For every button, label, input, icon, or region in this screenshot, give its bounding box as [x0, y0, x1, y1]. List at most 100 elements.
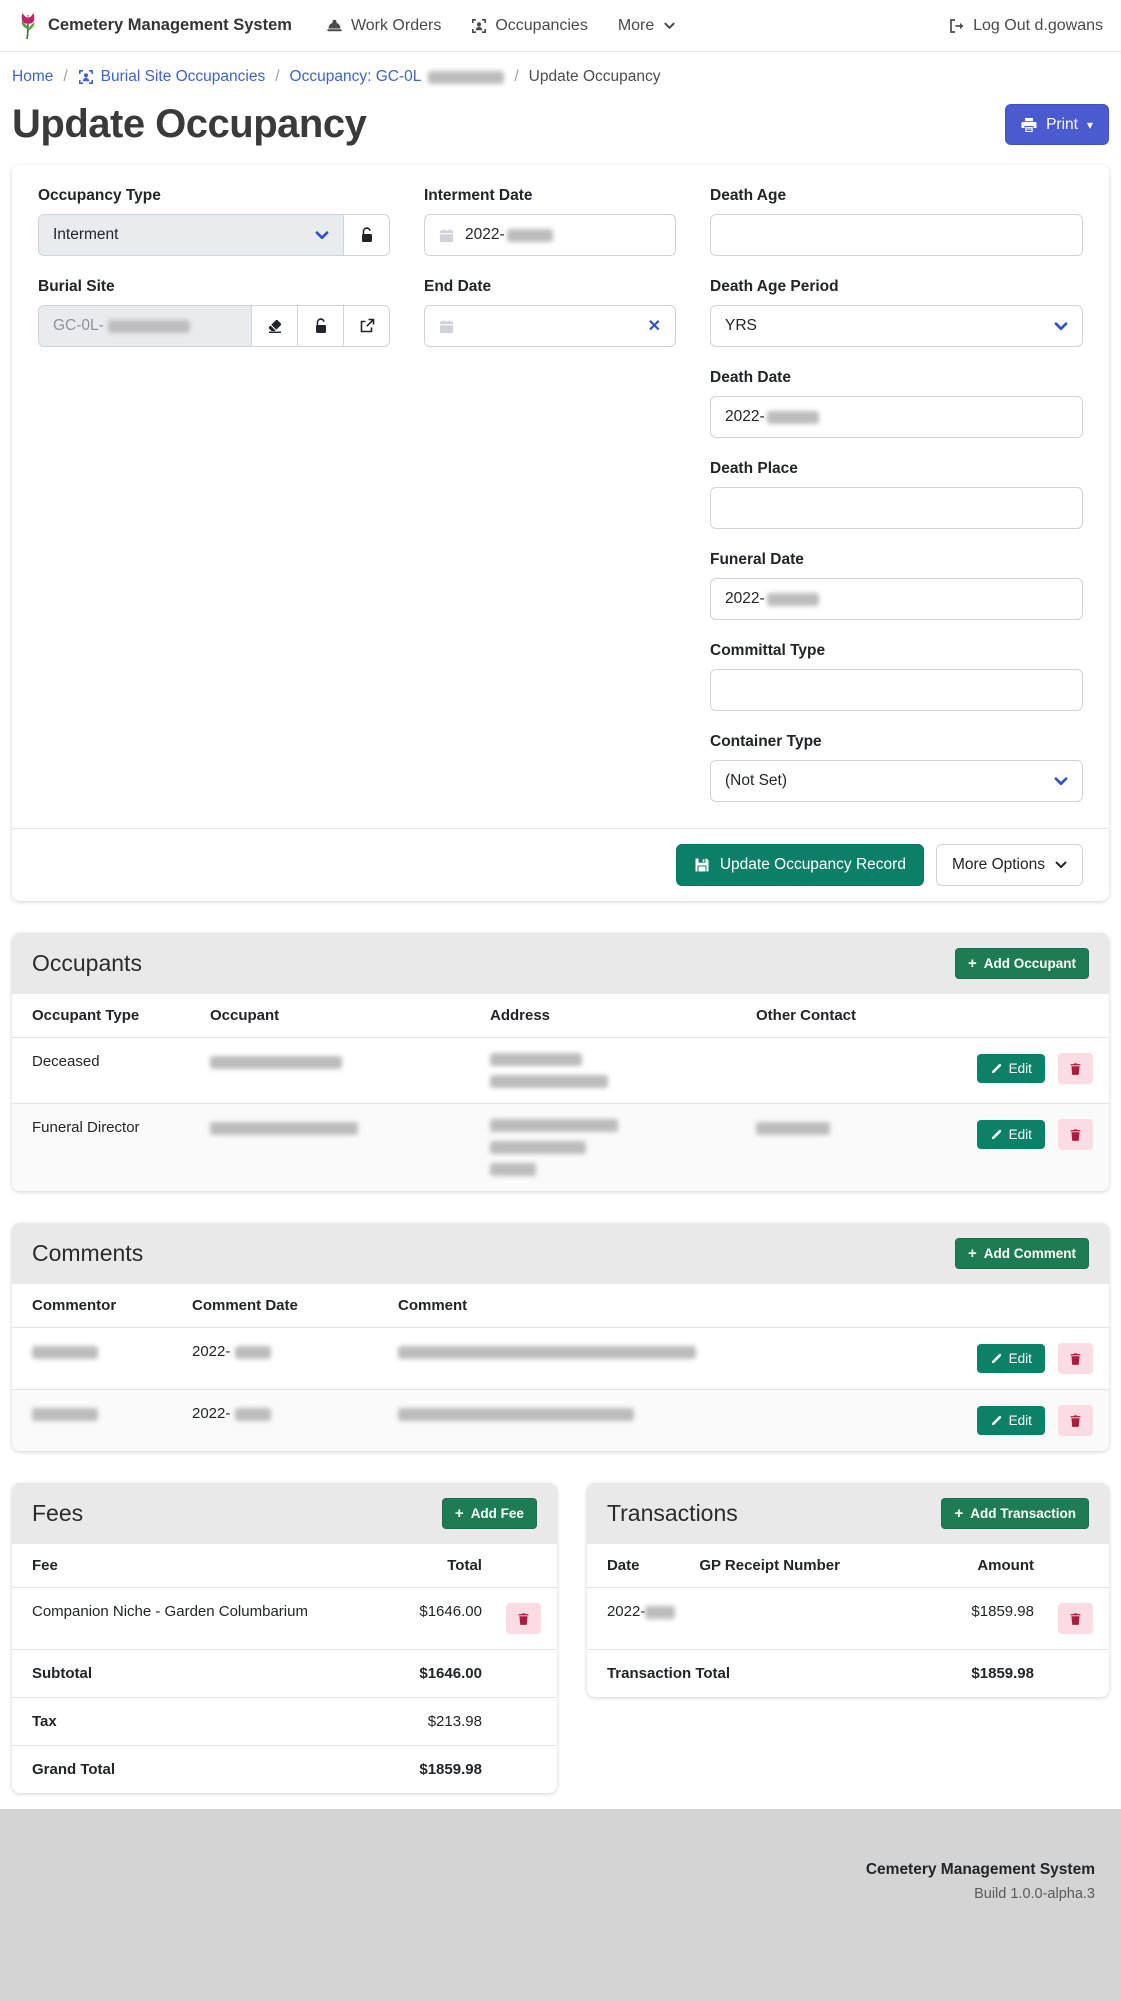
delete-comment-button[interactable]	[1058, 1405, 1093, 1436]
calendar-icon	[439, 228, 454, 243]
grand-total-value: $1859.98	[388, 1746, 494, 1794]
comments-title: Comments	[32, 1240, 143, 1267]
breadcrumb-burial-site-occupancies[interactable]: Burial Site Occupancies	[78, 68, 266, 86]
breadcrumb-burial-label: Burial Site Occupancies	[101, 68, 266, 86]
container-type-select[interactable]: (Not Set)	[710, 760, 1083, 802]
nav-work-orders-label: Work Orders	[351, 17, 441, 35]
page-title: Update Occupancy	[12, 102, 366, 147]
transaction-total-label: Transaction Total	[587, 1650, 877, 1698]
container-type-value: (Not Set)	[725, 772, 787, 790]
occupant-contact-cell	[744, 1104, 964, 1192]
nav-occupancies[interactable]: Occupancies	[471, 17, 588, 35]
transaction-receipt-cell	[687, 1588, 877, 1650]
delete-occupant-button[interactable]	[1058, 1119, 1093, 1150]
delete-fee-button[interactable]	[506, 1603, 541, 1634]
fee-tax-row: Tax $213.98	[12, 1698, 557, 1746]
committal-type-input[interactable]	[710, 669, 1083, 711]
redacted-text	[428, 71, 504, 84]
breadcrumb-home[interactable]: Home	[12, 68, 53, 86]
delete-occupant-button[interactable]	[1058, 1053, 1093, 1084]
grand-total-label: Grand Total	[12, 1746, 388, 1794]
occupancy-type-unlock-button[interactable]	[343, 214, 390, 256]
chevron-down-icon	[1054, 322, 1068, 331]
delete-transaction-button[interactable]	[1058, 1603, 1093, 1634]
fee-row: Companion Niche - Garden Columbarium $16…	[12, 1588, 557, 1650]
interment-date-input[interactable]: 2022-	[424, 214, 676, 256]
fee-name-cell: Companion Niche - Garden Columbarium	[12, 1588, 388, 1650]
col-other-contact: Other Contact	[744, 994, 964, 1038]
pencil-icon	[990, 1353, 1002, 1365]
death-age-period-select[interactable]: YRS	[710, 305, 1083, 347]
plus-icon: +	[968, 1246, 977, 1261]
death-place-label: Death Place	[710, 460, 1083, 478]
more-options-button[interactable]: More Options	[936, 844, 1083, 886]
end-date-input[interactable]: ✕	[424, 305, 676, 347]
interment-date-label: Interment Date	[424, 187, 676, 205]
burial-site-clear-button[interactable]	[251, 305, 298, 347]
death-place-input[interactable]	[710, 487, 1083, 529]
redacted-text	[767, 593, 819, 606]
burial-site-input[interactable]: GC-0L-	[38, 305, 252, 347]
end-date-clear-icon[interactable]: ✕	[648, 316, 661, 336]
edit-comment-button[interactable]: Edit	[977, 1344, 1045, 1373]
col-occupant: Occupant	[198, 994, 478, 1038]
col-comment-date: Comment Date	[180, 1284, 386, 1328]
nav-work-orders[interactable]: Work Orders	[326, 17, 441, 35]
death-age-input[interactable]	[710, 214, 1083, 256]
trash-icon	[1069, 1062, 1082, 1076]
transaction-total-row: Transaction Total $1859.98	[587, 1650, 1109, 1698]
trash-icon	[1069, 1612, 1082, 1626]
brand[interactable]: Cemetery Management System	[18, 12, 292, 40]
delete-comment-button[interactable]	[1058, 1343, 1093, 1374]
add-occupant-button[interactable]: + Add Occupant	[955, 948, 1089, 979]
tax-value: $213.98	[388, 1698, 494, 1746]
col-actions	[885, 1284, 1109, 1328]
occupancy-form-card: Occupancy Type Interment	[12, 165, 1109, 901]
pencil-icon	[990, 1129, 1002, 1141]
funeral-date-input[interactable]: 2022-	[710, 578, 1083, 620]
col-date: Date	[587, 1544, 687, 1588]
occupant-type-cell: Funeral Director	[12, 1104, 198, 1192]
burial-site-label: Burial Site	[38, 278, 390, 296]
print-button[interactable]: Print ▾	[1005, 104, 1109, 145]
logout-button[interactable]: Log Out d.gowans	[948, 17, 1103, 35]
breadcrumb-separator: /	[63, 68, 67, 86]
occupancy-icon	[78, 69, 94, 85]
col-actions	[964, 994, 1109, 1038]
occupants-title: Occupants	[32, 950, 142, 977]
death-age-label: Death Age	[710, 187, 1083, 205]
edit-occupant-button[interactable]: Edit	[977, 1120, 1045, 1149]
redacted-text	[108, 320, 190, 333]
add-transaction-button[interactable]: + Add Transaction	[941, 1498, 1089, 1529]
breadcrumb-separator: /	[514, 68, 518, 86]
redacted-text	[767, 411, 819, 424]
trash-icon	[1069, 1128, 1082, 1142]
nav-more[interactable]: More	[618, 17, 675, 35]
hard-hat-icon	[326, 18, 343, 33]
commentor-cell	[12, 1390, 180, 1452]
comments-section: Comments + Add Comment Commentor Comment…	[12, 1223, 1109, 1451]
occupancy-type-select[interactable]: Interment	[38, 214, 344, 256]
plus-icon: +	[455, 1506, 464, 1521]
redacted-text	[490, 1163, 536, 1176]
edit-comment-button[interactable]: Edit	[977, 1406, 1045, 1435]
add-comment-button[interactable]: + Add Comment	[955, 1238, 1089, 1269]
update-occupancy-record-button[interactable]: Update Occupancy Record	[676, 844, 924, 886]
transaction-row: 2022- $1859.98	[587, 1588, 1109, 1650]
edit-occupant-button[interactable]: Edit	[977, 1054, 1045, 1083]
burial-site-open-link-button[interactable]	[343, 305, 390, 347]
comment-date-cell: 2022-	[180, 1390, 386, 1452]
fee-grand-total-row: Grand Total $1859.98	[12, 1746, 557, 1794]
tulip-logo-icon	[18, 12, 38, 40]
printer-icon	[1021, 117, 1037, 133]
death-date-input[interactable]: 2022-	[710, 396, 1083, 438]
interment-date-value: 2022-	[465, 226, 505, 244]
add-comment-label: Add Comment	[984, 1246, 1076, 1261]
add-transaction-label: Add Transaction	[970, 1506, 1076, 1521]
tax-label: Tax	[12, 1698, 388, 1746]
trash-icon	[517, 1612, 530, 1626]
occupant-contact-cell	[744, 1038, 964, 1104]
add-fee-button[interactable]: + Add Fee	[442, 1498, 537, 1529]
breadcrumb-occupancy[interactable]: Occupancy: GC-0L	[290, 68, 505, 86]
burial-site-unlock-button[interactable]	[297, 305, 344, 347]
